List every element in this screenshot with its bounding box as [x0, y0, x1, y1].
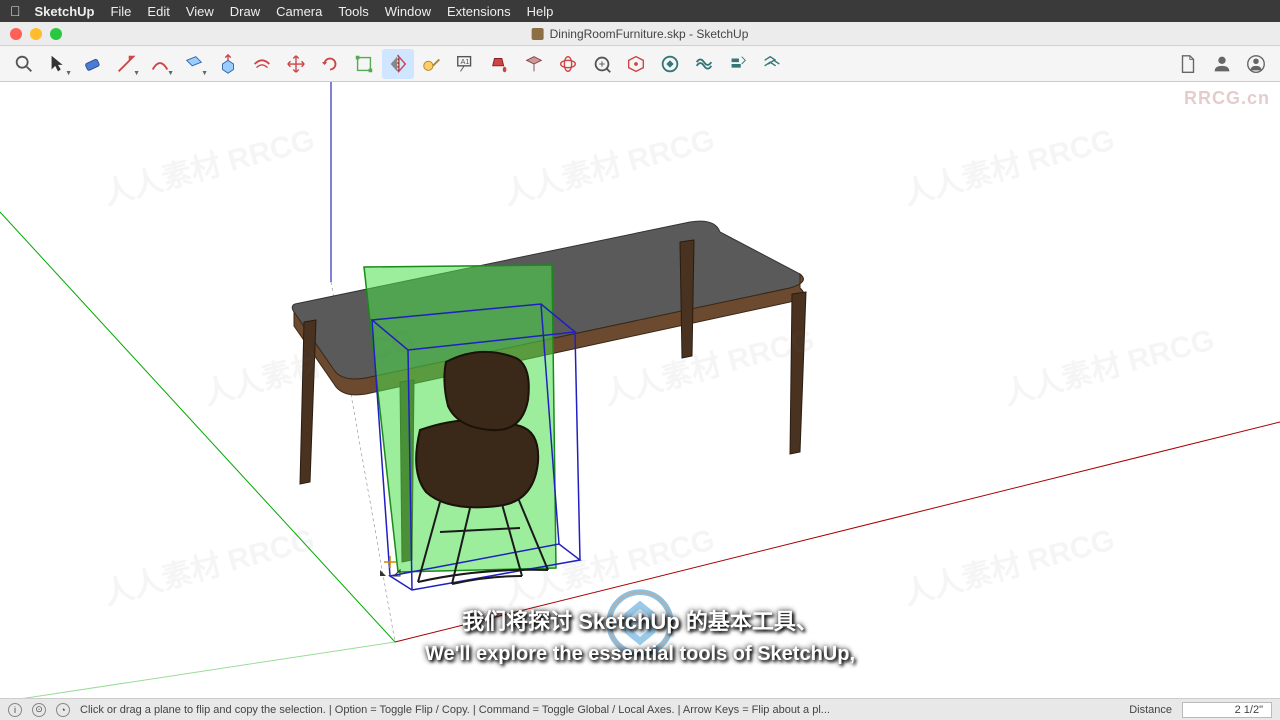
search-tool[interactable] [8, 49, 40, 79]
distance-label: Distance [1129, 704, 1172, 716]
app-name[interactable]: SketchUp [35, 4, 95, 19]
distance-input[interactable]: 2 1/2" [1182, 702, 1272, 718]
warehouse-tool[interactable] [654, 49, 686, 79]
statusbar: i ⊙ ◔ Click or drag a plane to flip and … [0, 698, 1280, 720]
section-tool[interactable] [518, 49, 550, 79]
chevron-down-icon: ▼ [65, 70, 72, 77]
paint-tool[interactable] [484, 49, 516, 79]
menu-draw[interactable]: Draw [230, 4, 260, 19]
offset-tool[interactable] [246, 49, 278, 79]
move-tool[interactable] [280, 49, 312, 79]
status-hint: Click or drag a plane to flip and copy t… [80, 704, 1119, 716]
extensions-tool[interactable] [688, 49, 720, 79]
menu-help[interactable]: Help [527, 4, 554, 19]
tape-tool[interactable] [416, 49, 448, 79]
minimize-window-icon[interactable] [30, 28, 42, 40]
window-title-text: DiningRoomFurniture.skp - SketchUp [550, 27, 749, 41]
titlebar: DiningRoomFurniture.skp - SketchUp [0, 22, 1280, 46]
profile-icon[interactable]: ◔ [56, 703, 70, 717]
user-icon[interactable] [1206, 49, 1238, 79]
close-window-icon[interactable] [10, 28, 22, 40]
menu-camera[interactable]: Camera [276, 4, 322, 19]
maximize-window-icon[interactable] [50, 28, 62, 40]
menu-tools[interactable]: Tools [338, 4, 368, 19]
file-icon [532, 28, 544, 40]
model-canvas[interactable] [0, 82, 1280, 698]
window-controls [10, 28, 62, 40]
outliner-tool[interactable] [756, 49, 788, 79]
menubar:  SketchUp File Edit View Draw Camera To… [0, 0, 1280, 22]
menu-window[interactable]: Window [385, 4, 431, 19]
apple-logo-icon[interactable]:  [10, 3, 21, 19]
select-tool[interactable]: ▼ [42, 49, 74, 79]
pan-tool[interactable] [586, 49, 618, 79]
scale-tool[interactable] [348, 49, 380, 79]
toolbar: ▼ ▼ ▼ ▼ A1 [0, 46, 1280, 82]
rectangle-tool[interactable]: ▼ [178, 49, 210, 79]
chevron-down-icon: ▼ [133, 70, 140, 77]
menu-extensions[interactable]: Extensions [447, 4, 511, 19]
help-icon[interactable] [1240, 49, 1272, 79]
text-tool[interactable]: A1 [450, 49, 482, 79]
eraser-tool[interactable] [76, 49, 108, 79]
viewport-3d[interactable]: 人人素材 RRCG 人人素材 RRCG 人人素材 RRCG 人人素材 RRCG … [0, 82, 1280, 698]
rotate-tool[interactable] [314, 49, 346, 79]
menu-view[interactable]: View [186, 4, 214, 19]
window-title: DiningRoomFurniture.skp - SketchUp [532, 27, 749, 41]
new-file-icon[interactable] [1172, 49, 1204, 79]
geo-icon[interactable]: ⊙ [32, 703, 46, 717]
chevron-down-icon: ▼ [201, 70, 208, 77]
info-icon[interactable]: i [8, 703, 22, 717]
flip-tool[interactable] [382, 49, 414, 79]
zoom-tool[interactable] [620, 49, 652, 79]
orbit-tool[interactable] [552, 49, 584, 79]
chevron-down-icon: ▼ [167, 70, 174, 77]
pushpull-tool[interactable] [212, 49, 244, 79]
svg-text:A1: A1 [461, 57, 470, 66]
arc-tool[interactable]: ▼ [144, 49, 176, 79]
menu-edit[interactable]: Edit [147, 4, 169, 19]
line-tool[interactable]: ▼ [110, 49, 142, 79]
menu-file[interactable]: File [110, 4, 131, 19]
tags-tool[interactable] [722, 49, 754, 79]
